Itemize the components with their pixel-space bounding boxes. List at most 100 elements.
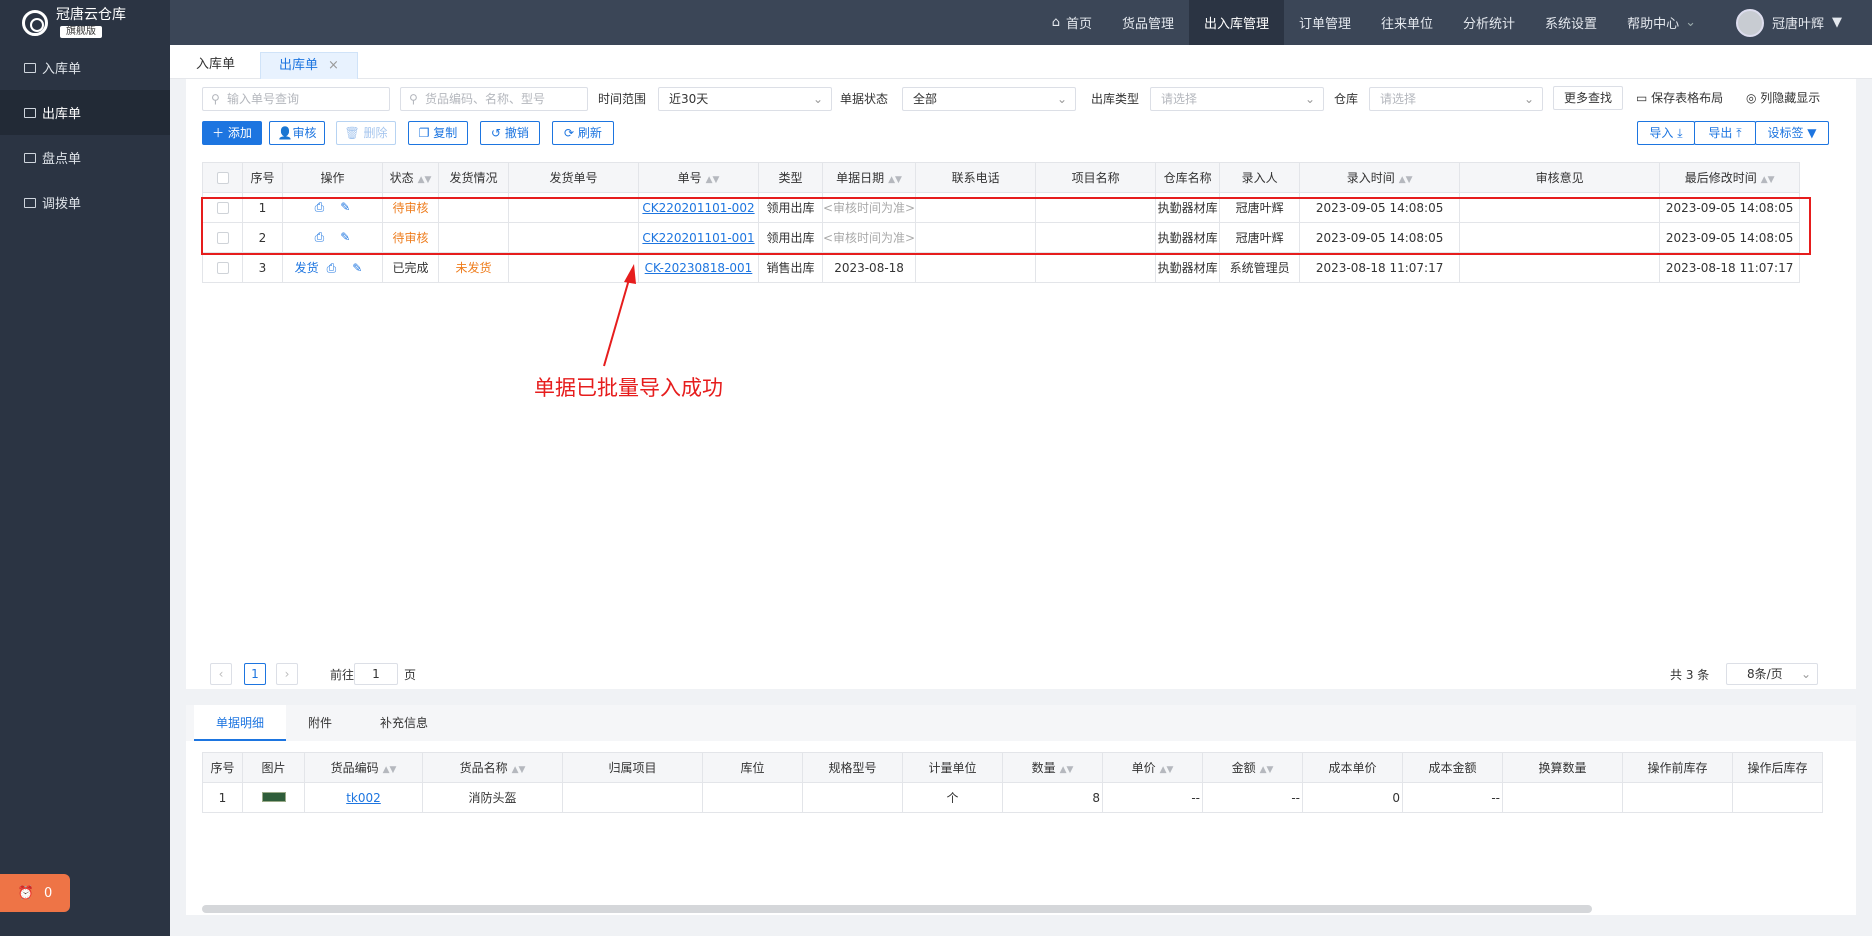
folder-icon <box>24 152 36 163</box>
save-layout-button[interactable]: ▭ 保存表格布局 <box>1636 86 1723 110</box>
horizontal-scrollbar[interactable] <box>202 905 1592 913</box>
page-size-select[interactable]: 8条/页 ⌄ <box>1726 663 1818 685</box>
col-header-sortable[interactable]: 录入时间 ▲▼ <box>1299 162 1461 193</box>
app-logo[interactable]: 冠唐云仓库 旗舰版 <box>0 0 170 45</box>
delete-button[interactable]: 🗑 删除 <box>336 121 396 145</box>
order-no-search[interactable]: ⚲ 输入单号查询 <box>202 87 390 111</box>
tab-detail[interactable]: 单据明细 <box>194 705 287 741</box>
tab-outbound[interactable]: 出库单 × <box>260 52 358 80</box>
chevron-down-icon: ⌄ <box>1304 92 1315 106</box>
row-actions: 发货 ⎙ ✎ <box>282 252 383 283</box>
page-number[interactable]: 1 <box>244 663 266 685</box>
refresh-button[interactable]: ⟳ 刷新 <box>552 121 614 145</box>
copy-button[interactable]: ❐ 复制 <box>408 121 468 145</box>
col-header: 联系电话 <box>915 162 1037 193</box>
col-header-sortable[interactable]: 最后修改时间 ▲▼ <box>1659 162 1801 193</box>
type-select[interactable]: 请选择 ⌄ <box>1150 87 1324 111</box>
search-icon: ⚲ <box>409 92 418 106</box>
order-no-link[interactable]: CK-20230818-001 <box>638 252 759 283</box>
goto-page-input[interactable]: 1 <box>354 663 398 685</box>
folder-icon <box>24 62 36 73</box>
tab-inbound[interactable]: 入库单 <box>178 52 253 80</box>
col-header: 发货情况 <box>438 162 509 193</box>
time-range-label: 时间范围 <box>598 92 647 106</box>
sort-icon: ▲▼ <box>1259 765 1274 775</box>
sidebar-item-stocktake[interactable]: 盘点单 <box>0 135 170 180</box>
audit-button[interactable]: 👤审核 <box>269 121 325 145</box>
close-icon[interactable]: × <box>328 58 339 73</box>
annotation-text: 单据已批量导入成功 <box>534 376 723 400</box>
col-header: 类型 <box>758 162 823 193</box>
search-icon: ⚲ <box>211 92 220 106</box>
detail-table: 序号 图片 货品编码 ▲▼ 货品名称 ▲▼ 归属项目 库位 规格型号 计量单位 数量… <box>202 752 1823 813</box>
nav-settings[interactable]: 系统设置 <box>1530 0 1612 45</box>
logo-icon <box>22 9 48 36</box>
nav-goods[interactable]: 货品管理 <box>1107 0 1189 45</box>
refresh-icon: ⟳ <box>564 126 578 140</box>
set-tag-button[interactable]: 设标签 ▼ <box>1755 121 1829 145</box>
tab-extra-info[interactable]: 补充信息 <box>358 705 450 741</box>
eye-icon: ◎ <box>1746 91 1761 105</box>
col-header: 仓库名称 <box>1155 162 1221 193</box>
ship-action-link[interactable]: 发货 <box>295 261 319 275</box>
sidebar: 冠唐云仓库 旗舰版 入库单 出库单 盘点单 调拨单 <box>0 0 170 936</box>
chevron-down-icon: ⌄ <box>1523 92 1534 106</box>
arrow-line <box>603 275 631 367</box>
goods-search[interactable]: ⚲ 货品编码、名称、型号 <box>400 87 588 111</box>
user-menu[interactable]: 冠唐叶辉 ▼ <box>1711 8 1872 37</box>
nav-help[interactable]: 帮助中心 ⌄ <box>1612 0 1711 45</box>
nav-home[interactable]: ⌂ 首页 <box>1037 0 1107 45</box>
plus-icon: ＋ <box>212 126 228 140</box>
print-icon[interactable]: ⎙ <box>327 261 337 275</box>
sidebar-item-outbound[interactable]: 出库单 <box>0 90 170 135</box>
nav-inout[interactable]: 出入库管理 <box>1188 0 1284 45</box>
prev-page-button[interactable]: ‹ <box>210 663 232 685</box>
sort-icon: ▲▼ <box>888 175 902 185</box>
home-icon: ⌂ <box>1051 15 1060 30</box>
folder-icon <box>24 197 36 208</box>
col-header-sortable[interactable]: 单号 ▲▼ <box>638 162 759 193</box>
edit-icon[interactable]: ✎ <box>352 261 362 275</box>
copy-icon: ❐ <box>418 126 434 140</box>
nav-partners[interactable]: 往来单位 <box>1366 0 1448 45</box>
chevron-down-icon: ⌄ <box>1056 92 1067 106</box>
chevron-down-icon: ⌄ <box>1800 667 1811 681</box>
status-label: 单据状态 <box>840 92 889 106</box>
next-page-button[interactable]: › <box>276 663 298 685</box>
row-checkbox[interactable] <box>202 252 243 283</box>
goods-code-link[interactable]: tk002 <box>304 782 423 813</box>
type-label: 出库类型 <box>1091 92 1140 106</box>
select-all-checkbox[interactable] <box>202 162 243 193</box>
sort-icon: ▲▼ <box>417 175 432 185</box>
notification-badge[interactable]: ⏰ 0 <box>0 874 70 912</box>
col-header-sortable[interactable]: 单据日期 ▲▼ <box>821 162 917 193</box>
sidebar-item-inbound[interactable]: 入库单 <box>0 45 170 90</box>
export-button[interactable]: 导出 ⤒ <box>1694 121 1756 145</box>
col-header-sortable[interactable]: 状态 ▲▼ <box>382 162 439 193</box>
page-tabs: 入库单 出库单 × <box>170 45 1872 80</box>
more-search-button[interactable]: 更多查找 <box>1553 86 1623 110</box>
time-range-select[interactable]: 近30天 ⌄ <box>658 87 832 111</box>
warehouse-select[interactable]: 请选择 ⌄ <box>1369 87 1543 111</box>
detail-row[interactable]: 1 tk002 消防头盔 个 8 -- -- 0 -- <box>202 782 1823 813</box>
upload-icon: ⤒ <box>1732 126 1742 140</box>
table-row[interactable]: 3 发货 ⎙ ✎ 已完成 未发货 CK-20230818-001 销售出库 2023… <box>202 252 1801 283</box>
sort-icon: ▲▼ <box>1398 175 1413 185</box>
tab-attachments[interactable]: 附件 <box>286 705 354 741</box>
table-header-row: 序号 操作 状态 ▲▼ 发货情况 发货单号 单号 ▲▼ 类型 单据日期 ▲▼ 联系电话… <box>202 162 1801 193</box>
col-header: 序号 <box>242 162 283 193</box>
sort-icon: ▲▼ <box>1760 175 1775 185</box>
import-button[interactable]: 导入 ⤓ <box>1637 121 1695 145</box>
toggle-columns-button[interactable]: ◎ 列隐藏显示 <box>1746 86 1820 110</box>
chevron-down-icon: ⌄ <box>812 92 823 106</box>
status-select[interactable]: 全部 ⌄ <box>902 87 1076 111</box>
sort-icon: ▲▼ <box>705 175 720 185</box>
sidebar-item-transfer[interactable]: 调拨单 <box>0 180 170 225</box>
nav-orders[interactable]: 订单管理 <box>1284 0 1366 45</box>
top-navbar: ⌂ 首页 货品管理 出入库管理 订单管理 往来单位 分析统计 系统设置 帮助中心 ⌄… <box>170 0 1872 45</box>
nav-stats[interactable]: 分析统计 <box>1448 0 1530 45</box>
undo-icon: ↺ <box>491 126 505 140</box>
product-thumbnail[interactable] <box>242 782 305 813</box>
revoke-button[interactable]: ↺ 撤销 <box>480 121 540 145</box>
add-button[interactable]: ＋ 添加 <box>202 121 262 145</box>
